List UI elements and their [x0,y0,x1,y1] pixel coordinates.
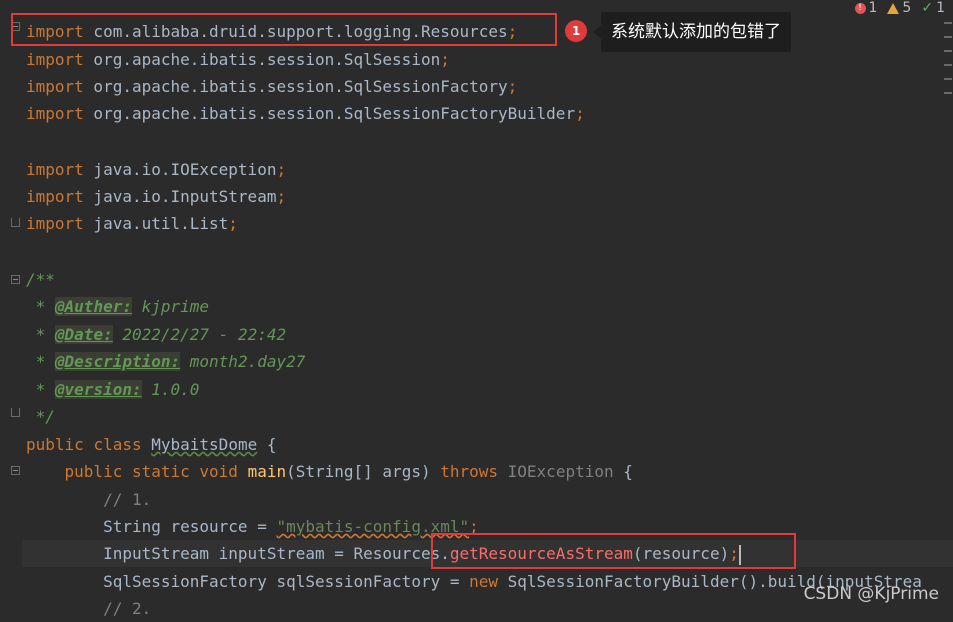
scroll-marker[interactable] [944,50,952,52]
highlight-box-error-call [431,533,796,569]
check-count[interactable]: ✓ 1 [921,0,945,16]
code-line-16[interactable]: public class MybaitsDome { [26,431,276,458]
code-line-12[interactable]: * @Date: 2022/2/27 - 22:42 [26,321,286,348]
fold-end-javadoc[interactable] [11,408,20,417]
code-line-2[interactable]: import org.apache.ibatis.session.SqlSess… [26,46,450,73]
code-line-7[interactable]: import java.io.InputStream; [26,183,286,210]
scroll-marker[interactable] [944,92,952,94]
check-icon: ✓ [921,0,934,16]
fold-toggle-main[interactable] [11,466,20,475]
code-editor[interactable]: ! 1 5 ✓ 1 import com.alibaba.druid.support… [0,0,953,618]
code-line-13[interactable]: * @Description: month2.day27 [26,348,305,375]
inspection-status[interactable]: ! 1 5 ✓ 1 [854,0,945,16]
warning-icon [887,2,900,14]
code-line-6[interactable]: import java.io.IOException; [26,156,286,183]
watermark: CSDN @KjPrime [803,584,939,604]
scroll-marker[interactable] [944,36,952,38]
error-icon: ! [854,2,866,14]
code-line-14[interactable]: * @version: 1.0.0 [26,376,199,403]
code-line-19[interactable]: String resource = "mybatis-config.xml"; [26,513,479,540]
editor-gutter[interactable] [0,0,22,614]
scroll-marker[interactable] [944,64,952,66]
code-line-8[interactable]: import java.util.List; [26,210,238,237]
fold-toggle-javadoc[interactable] [11,275,20,284]
code-line-21[interactable]: SqlSessionFactory sqlSessionFactory = ne… [26,568,922,595]
warning-count[interactable]: 5 [887,0,911,16]
code-line-17[interactable]: public static void main(String[] args) t… [26,458,633,485]
annotation-badge: 1 [565,20,587,42]
code-line-15[interactable]: */ [26,403,55,430]
code-line-22[interactable]: // 2. [26,595,151,622]
code-line-10[interactable]: /** [26,266,55,293]
scrollbar-markers[interactable] [943,22,953,106]
code-line-18[interactable]: // 1. [26,486,151,513]
code-line-4[interactable]: import org.apache.ibatis.session.SqlSess… [26,100,585,127]
scroll-marker[interactable] [944,78,952,80]
code-line-3[interactable]: import org.apache.ibatis.session.SqlSess… [26,73,517,100]
code-line-11[interactable]: * @Auther: kjprime [26,293,209,320]
error-count[interactable]: ! 1 [854,0,877,16]
highlight-box-wrong-import [11,13,557,46]
fold-end-imports[interactable] [11,218,20,227]
scroll-marker[interactable] [944,22,952,24]
annotation-tooltip: 系统默认添加的包错了 [593,12,791,52]
